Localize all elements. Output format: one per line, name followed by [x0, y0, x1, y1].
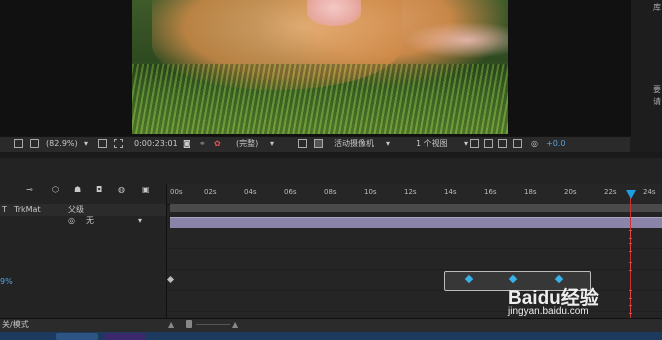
ruler-tick-label: 16s: [484, 188, 497, 196]
flowchart-icon[interactable]: ⊸: [26, 184, 33, 196]
timeline-icon[interactable]: [498, 139, 507, 148]
views-dropdown[interactable]: 1 个视图: [416, 138, 448, 150]
side-panel-text-2: 请: [653, 97, 661, 106]
ruler-tick-label: 06s: [284, 188, 297, 196]
ruler-tick-label: 02s: [204, 188, 217, 196]
chevron-down-icon[interactable]: ▾: [386, 138, 390, 150]
3d-layer-icon[interactable]: ⬡: [52, 184, 59, 196]
timecode[interactable]: 0:00:23:01: [134, 138, 178, 150]
ruler-tick-label: 04s: [244, 188, 257, 196]
toggle-pixel-aspect-icon[interactable]: [470, 139, 479, 148]
chevron-down-icon[interactable]: ▾: [270, 138, 274, 150]
property-value[interactable]: 9%: [0, 276, 13, 288]
taskbar-app-aftereffects[interactable]: [104, 333, 146, 340]
snapshot-icon[interactable]: ⚭: [199, 138, 206, 150]
exposure-value[interactable]: +0.0: [546, 138, 565, 150]
ruler-tick-label: 24s: [643, 188, 656, 196]
ibeam-marker-icon: [629, 290, 632, 299]
ruler-tick-label: 14s: [444, 188, 457, 196]
zoom-out-icon[interactable]: ▲: [168, 319, 174, 331]
side-panel-text-1: 要: [653, 85, 661, 94]
parent-pickwhip-icon[interactable]: ◎: [68, 215, 75, 227]
work-area-bar[interactable]: [170, 204, 662, 212]
ruler-tick-label: 08s: [324, 188, 337, 196]
motion-blur-icon[interactable]: ◍: [118, 184, 125, 196]
chevron-down-icon[interactable]: ▾: [138, 215, 142, 227]
frame-blend-icon[interactable]: ◘: [96, 184, 102, 196]
layer-list: [0, 216, 166, 316]
chevron-down-icon[interactable]: ▾: [464, 138, 468, 150]
always-preview-icon[interactable]: [14, 139, 23, 148]
camera-dropdown[interactable]: 活动摄像机: [334, 138, 374, 150]
ruler-tick-label: 00s: [170, 188, 183, 196]
region-icon[interactable]: [98, 139, 107, 148]
parent-dropdown[interactable]: 无: [86, 215, 94, 227]
zoom-slider-thumb[interactable]: [186, 320, 192, 328]
channel-icon[interactable]: ✿: [214, 138, 221, 150]
ruler-tick-label: 20s: [564, 188, 577, 196]
cti-icon[interactable]: [626, 190, 636, 199]
fast-preview-icon[interactable]: [484, 139, 493, 148]
flowchart-icon[interactable]: [513, 139, 522, 148]
ruler-tick-label: 10s: [364, 188, 377, 196]
ruler-tick-label: 18s: [524, 188, 537, 196]
zoom-dropdown[interactable]: (82.9%): [46, 138, 78, 150]
ruler-tick-label: 12s: [404, 188, 417, 196]
zoom-in-icon[interactable]: ▲: [232, 319, 238, 331]
timeline-footer: [0, 318, 662, 333]
resolution-dropdown[interactable]: (完整): [236, 138, 258, 150]
zoom-slider-track[interactable]: [196, 324, 230, 325]
ibeam-marker-icon: [629, 243, 632, 252]
graph-editor-icon[interactable]: ▣: [142, 184, 150, 196]
side-panel: [630, 0, 662, 136]
preview-image: [132, 0, 508, 134]
ibeam-marker-icon: [629, 230, 632, 239]
grid-icon[interactable]: [314, 139, 323, 148]
current-time-line: [630, 192, 631, 318]
reset-exposure-icon[interactable]: ◎: [531, 138, 538, 150]
ibeam-marker-icon: [629, 262, 632, 271]
ruler-tick-label: 22s: [604, 188, 617, 196]
region-of-interest-icon[interactable]: [298, 139, 307, 148]
composition-viewer: [0, 0, 630, 136]
col-trkmat: TrkMat: [14, 205, 41, 214]
side-toolbar: [630, 136, 662, 152]
os-taskbar: [0, 332, 662, 340]
chevron-down-icon[interactable]: ▾: [84, 138, 88, 150]
toggle-switches-modes[interactable]: 关/模式: [2, 319, 29, 331]
col-t: T: [2, 205, 7, 214]
transparency-grid-icon[interactable]: [114, 139, 123, 148]
taskbar-app[interactable]: [56, 333, 98, 340]
side-panel-title: 库: [653, 3, 661, 12]
camera-icon[interactable]: ◙: [183, 138, 191, 150]
shy-icon[interactable]: ☗: [74, 184, 81, 196]
ibeam-marker-icon: [629, 305, 632, 314]
monitor-icon[interactable]: [30, 139, 39, 148]
watermark-url: jingyan.baidu.com: [508, 306, 589, 317]
